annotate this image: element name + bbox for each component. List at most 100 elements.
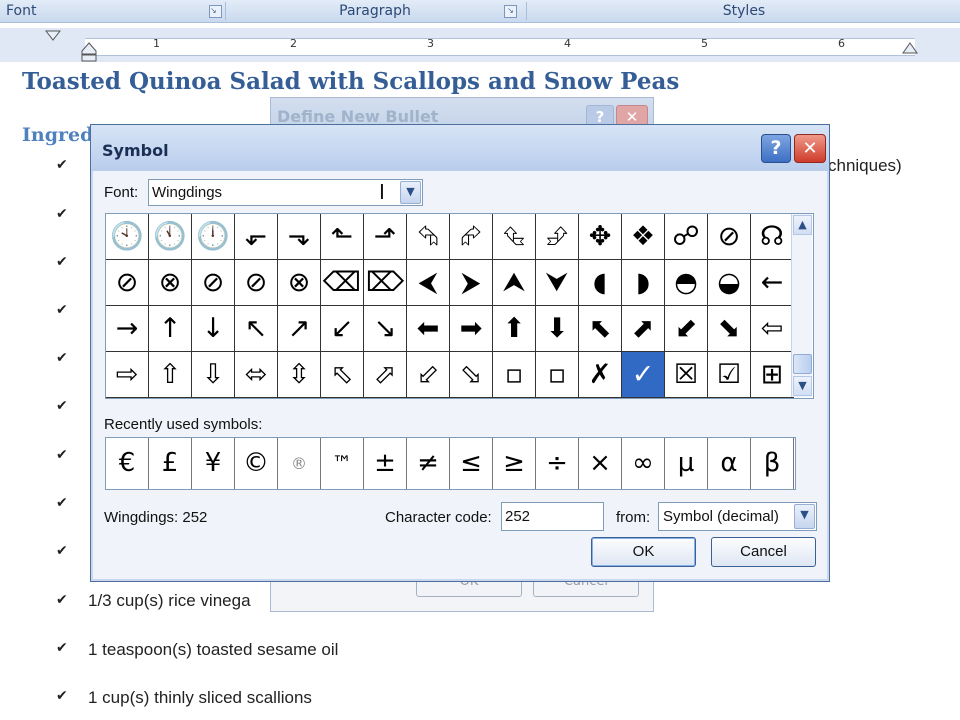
symbol-cell[interactable]: ↘ [364,306,407,352]
symbol-cell[interactable]: ⮴ [493,214,536,260]
recent-symbol-cell[interactable]: £ [149,438,192,489]
symbol-cell[interactable]: ✓ [622,352,665,398]
recent-symbol-cell[interactable]: µ [665,438,708,489]
symbol-cell[interactable]: ⇦ [751,306,794,352]
symbol-cell[interactable]: ▫ [536,352,579,398]
recent-symbol-cell[interactable]: β [751,438,794,489]
close-button[interactable]: ✕ [794,134,826,163]
symbol-cell[interactable]: ⇳ [278,352,321,398]
symbol-cell[interactable]: ⊘ [708,214,751,260]
horizontal-ruler[interactable]: 1 2 3 4 5 6 [0,28,960,62]
symbol-cell[interactable]: ↑ [149,306,192,352]
right-indent-icon[interactable] [902,42,918,56]
symbol-cell[interactable]: ⬅ [407,306,450,352]
ok-button[interactable]: OK [591,537,696,567]
scroll-down-icon[interactable]: ▼ [793,376,812,396]
dialog-launcher-icon[interactable]: ↘ [209,5,222,18]
symbol-cell[interactable]: ⇧ [149,352,192,398]
symbol-cell[interactable]: ⇨ [106,352,149,398]
symbol-cell[interactable]: ⬇ [536,306,579,352]
ribbon-group-font[interactable]: Font ↘ [0,0,228,22]
symbol-cell[interactable]: ⮟ [536,260,579,306]
symbol-cell[interactable]: ⊗ [149,260,192,306]
symbol-cell[interactable]: ◗ [622,260,665,306]
recent-symbol-cell[interactable]: × [579,438,622,489]
first-line-indent-icon[interactable] [45,30,61,42]
symbol-cell[interactable]: ⊗ [278,260,321,306]
symbol-cell[interactable]: ✥ [579,214,622,260]
symbol-cell[interactable]: ⊘ [235,260,278,306]
symbol-cell[interactable]: ↓ [192,306,235,352]
symbol-cell[interactable]: ↖ [235,306,278,352]
symbol-cell[interactable]: ⬋ [665,306,708,352]
symbol-cell[interactable]: ⬐ [235,214,278,260]
symbol-cell[interactable]: ⮵ [536,214,579,260]
symbol-cell[interactable]: ⌫ [321,260,364,306]
recent-symbol-cell[interactable]: ∞ [622,438,665,489]
recent-symbols-row[interactable]: € £ ¥ © ® ™ ± ≠ ≤ ≥ ÷ × ∞ µ α β [105,437,796,490]
symbol-cell[interactable]: ⮜ [407,260,450,306]
recent-symbol-cell[interactable]: α [708,438,751,489]
symbol-cell[interactable]: ⬆ [493,306,536,352]
scroll-up-icon[interactable]: ▲ [793,215,812,235]
recent-symbol-cell[interactable]: ¥ [192,438,235,489]
symbol-cell[interactable]: ⮝ [493,260,536,306]
symbol-cell[interactable]: ☍ [665,214,708,260]
symbol-cell[interactable]: ➡ [450,306,493,352]
symbol-cell[interactable]: ⬀ [364,352,407,398]
symbol-cell[interactable]: ☊ [751,214,794,260]
symbol-cell[interactable]: ☒ [665,352,708,398]
recent-symbol-cell[interactable]: ÷ [536,438,579,489]
scroll-thumb[interactable] [793,354,812,374]
ribbon-group-paragraph[interactable]: Paragraph ↘ [227,0,523,22]
recent-symbol-cell[interactable]: ≤ [450,438,493,489]
symbol-cell[interactable]: ⬁ [321,352,364,398]
symbol-cell[interactable]: ⮲ [407,214,450,260]
chevron-down-icon[interactable]: ▼ [794,504,815,529]
symbol-cell[interactable]: ⬉ [579,306,622,352]
hanging-indent-icon[interactable] [81,42,97,62]
symbol-cell[interactable]: ◒ [708,260,751,306]
symbol-cell[interactable]: ⇩ [192,352,235,398]
symbol-cell[interactable]: ⌦ [364,260,407,306]
symbol-cell[interactable]: ⊘ [192,260,235,306]
symbol-cell[interactable]: 🕙 [106,214,149,260]
symbol-cell[interactable]: 🕛 [192,214,235,260]
symbol-cell[interactable]: ⮳ [450,214,493,260]
symbol-cell[interactable]: ↙ [321,306,364,352]
dialog-launcher-icon[interactable]: ↘ [504,5,517,18]
symbol-cell[interactable]: ✗ [579,352,622,398]
grid-scrollbar[interactable]: ▲ ▼ [791,214,812,397]
symbol-cell[interactable]: ⬂ [450,352,493,398]
symbol-cell[interactable]: ☑ [708,352,751,398]
cancel-button[interactable]: Cancel [711,537,816,567]
chevron-down-icon[interactable]: ▼ [400,181,421,204]
ribbon-group-styles[interactable]: Styles [528,0,960,22]
symbol-cell[interactable]: ◓ [665,260,708,306]
symbol-cell[interactable]: ⬈ [622,306,665,352]
character-code-input[interactable]: 252 [501,502,604,531]
symbol-cell[interactable]: ← [751,260,794,306]
recent-symbol-cell[interactable]: ≥ [493,438,536,489]
symbol-cell[interactable]: ⮞ [450,260,493,306]
symbol-cell[interactable]: 🕚 [149,214,192,260]
symbol-cell[interactable]: ⬑ [321,214,364,260]
symbol-cell[interactable]: ⊞ [751,352,794,398]
recent-symbol-cell[interactable]: ® [278,438,321,489]
from-dropdown[interactable]: Symbol (decimal) ▼ [658,502,817,531]
symbol-cell[interactable]: → [106,306,149,352]
symbol-cell[interactable]: ⊘ [106,260,149,306]
recent-symbol-cell[interactable]: ™ [321,438,364,489]
symbol-cell[interactable]: ⬄ [235,352,278,398]
symbol-cell[interactable]: ⬊ [708,306,751,352]
help-button[interactable]: ? [761,134,791,163]
symbol-cell[interactable]: ⬎ [278,214,321,260]
recent-symbol-cell[interactable]: ≠ [407,438,450,489]
symbol-grid[interactable]: ⊞ ☑ ☒ ✓ ✗ ▫ ▫ ⬂ ⬃ ⬀ ⬁ ⇳ ⬄ ⇩ ⇧ ⇨ ⇦ ⬊ ⬋ ⬈ ⬉ ⬇ ⬆ ➡ ⬅ ↘ ↙ ↗ ↖ ↓ ↑ → ← ◒ ◓ ◗ ◖ ⮟ ⮝ ⮞… [105,213,814,399]
recent-symbol-cell[interactable]: © [235,438,278,489]
recent-symbol-cell[interactable]: € [106,438,149,489]
symbol-cell[interactable]: ▫ [493,352,536,398]
symbol-cell[interactable]: ❖ [622,214,665,260]
symbol-cell[interactable]: ◖ [579,260,622,306]
symbol-cell[interactable]: ⬏ [364,214,407,260]
